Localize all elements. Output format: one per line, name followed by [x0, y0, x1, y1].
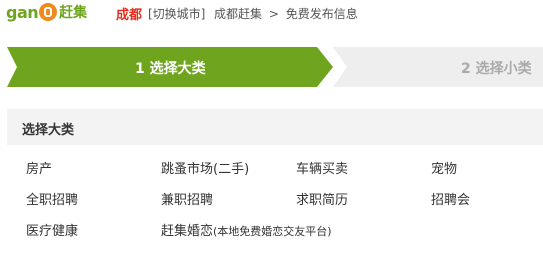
site-logo[interactable]: gan 赶集 — [6, 1, 87, 23]
logo-name: 赶集 — [59, 5, 88, 21]
current-city: 成都 — [116, 8, 143, 23]
category-pets[interactable]: 宠物 — [431, 158, 457, 177]
panel-title: 选择大类 — [22, 123, 75, 138]
breadcrumb-separator: > — [268, 7, 279, 21]
step-1-label: 1 选择大类 — [135, 61, 206, 77]
breadcrumb-home-link[interactable]: 成都赶集 — [214, 7, 262, 21]
step-2-label: 2 选择小类 — [461, 61, 532, 77]
category-dating-label: 赶集婚恋 — [161, 224, 214, 239]
category-housing[interactable]: 房产 — [26, 158, 52, 177]
category-dating-note: (本地免费婚恋交友平台) — [213, 225, 332, 238]
category-part-time-jobs[interactable]: 兼职招聘 — [161, 189, 213, 208]
category-vehicles[interactable]: 车辆买卖 — [296, 158, 348, 177]
category-job-fair[interactable]: 招聘会 — [431, 189, 470, 208]
logo-icon — [39, 3, 58, 21]
category-full-time-jobs[interactable]: 全职招聘 — [26, 189, 78, 208]
category-resumes[interactable]: 求职简历 — [296, 189, 348, 208]
breadcrumb: 成都赶集 > 免费发布信息 — [214, 5, 358, 22]
breadcrumb-current: 免费发布信息 — [285, 7, 358, 21]
category-flea-market[interactable]: 跳蚤市场(二手) — [161, 158, 249, 177]
category-healthcare[interactable]: 医疗健康 — [26, 220, 78, 239]
switch-city-link[interactable]: [切换城市] — [148, 5, 205, 22]
logo-wordmark: gan — [6, 2, 39, 22]
top-bar: gan 赶集 成都 [切换城市] 成都赶集 > 免费发布信息 — [0, 0, 543, 26]
category-panel-header: 选择大类 — [7, 109, 543, 145]
category-dating[interactable]: 赶集婚恋(本地免费婚恋交友平台) — [161, 220, 332, 239]
step-progress: 1 选择大类 2 选择小类 — [7, 47, 543, 87]
